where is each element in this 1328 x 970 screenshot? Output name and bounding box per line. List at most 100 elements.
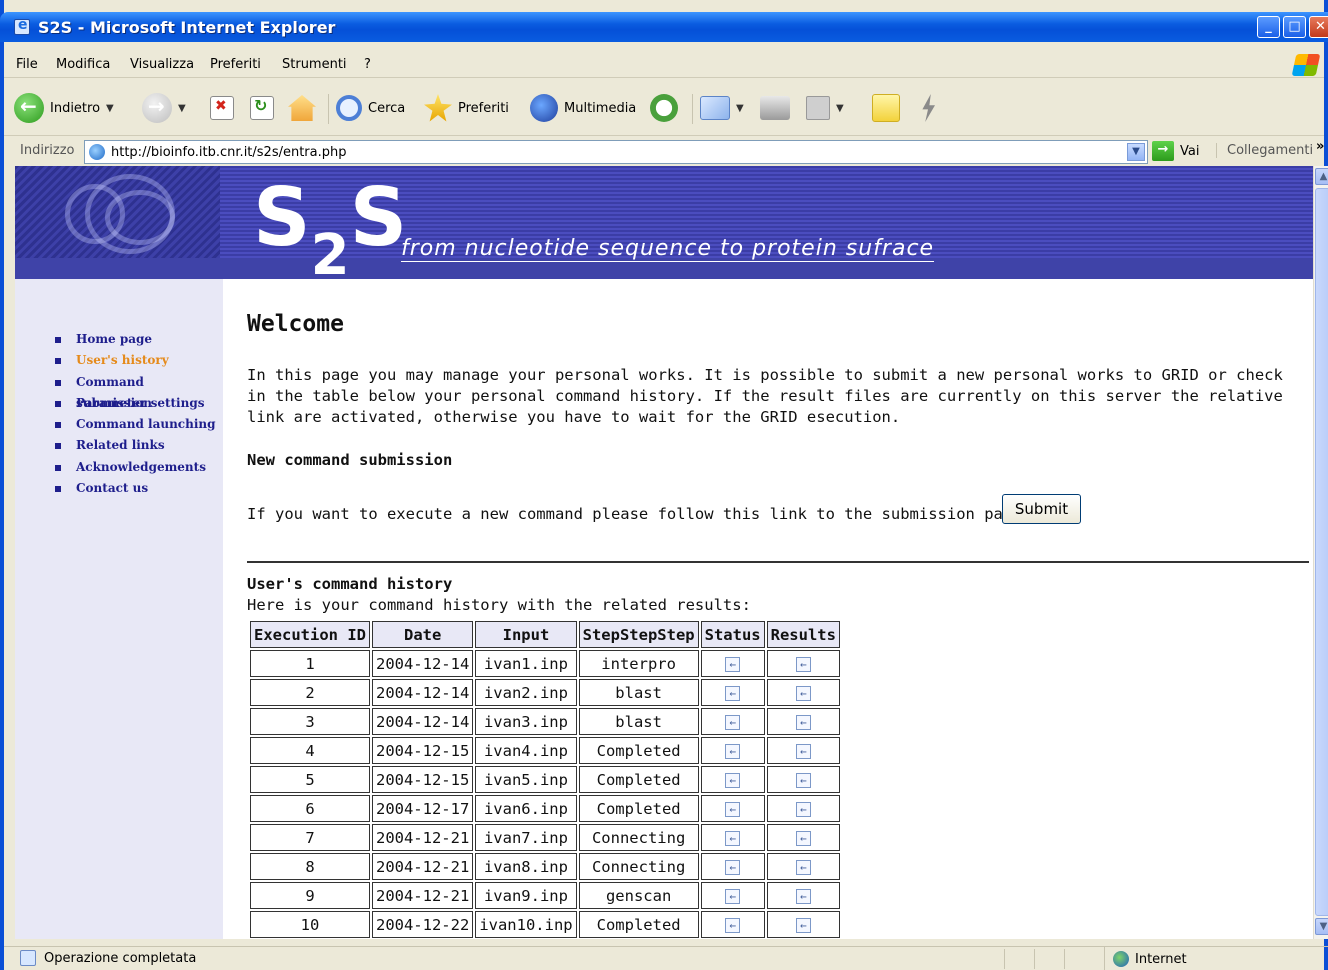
results-link-icon[interactable]: ← [795, 917, 811, 933]
status-link-icon[interactable]: ← [725, 743, 741, 759]
table-cell: ← [766, 679, 840, 706]
nav-related-links[interactable]: Related links [55, 435, 223, 456]
status-bar: Operazione completata Internet [4, 946, 1328, 970]
nav-contact-us[interactable]: Contact us [55, 478, 223, 499]
results-link-icon[interactable]: ← [795, 685, 811, 701]
chevron-down-icon[interactable]: ▼ [736, 103, 744, 114]
refresh-icon [250, 96, 274, 120]
vertical-scrollbar[interactable]: ▲ ▼ [1313, 166, 1328, 939]
forward-arrow-icon [142, 93, 172, 123]
search-button[interactable]: Cerca [336, 91, 405, 125]
nav-acknowledgements[interactable]: Acknowledgements [55, 457, 223, 478]
main-content: Welcome In this page you may manage your… [247, 279, 1309, 939]
submit-button[interactable]: Submit [1002, 494, 1081, 524]
status-link-icon[interactable]: ← [725, 656, 741, 672]
nav-users-history[interactable]: User's history [55, 350, 223, 371]
results-link-icon[interactable]: ← [795, 801, 811, 817]
status-link-icon[interactable]: ← [725, 917, 741, 933]
menu-modifica[interactable]: Modifica [56, 57, 110, 72]
menu-visualizza[interactable]: Visualizza [130, 57, 194, 72]
status-link-icon[interactable]: ← [725, 772, 741, 788]
home-button[interactable] [288, 91, 316, 125]
table-cell: Completed [578, 795, 699, 822]
status-link-icon[interactable]: ← [725, 888, 741, 904]
table-cell: ivan1.inp [475, 650, 577, 677]
column-header: Execution ID [250, 621, 370, 648]
maximize-button[interactable]: □ [1283, 16, 1306, 38]
go-button[interactable]: → Vai [1152, 141, 1199, 161]
stop-button[interactable] [210, 91, 234, 125]
more-chevron-icon[interactable]: » [1316, 139, 1324, 154]
results-link-icon[interactable]: ← [795, 714, 811, 730]
status-link-icon[interactable]: ← [725, 714, 741, 730]
menu-file[interactable]: File [16, 57, 38, 72]
ie-icon [14, 17, 30, 35]
scroll-up-icon[interactable]: ▲ [1315, 168, 1328, 185]
table-cell: ← [700, 795, 765, 822]
table-cell: ← [766, 911, 840, 938]
close-button[interactable]: ✕ [1309, 16, 1328, 38]
scroll-down-icon[interactable]: ▼ [1315, 918, 1328, 935]
results-link-icon[interactable]: ← [795, 772, 811, 788]
results-link-icon[interactable]: ← [795, 656, 811, 672]
nav-home-page[interactable]: Home page [55, 329, 223, 350]
table-cell: ivan10.inp [475, 911, 577, 938]
browser-window: S2S - Microsoft Internet Explorer _ □ ✕ … [0, 0, 1328, 970]
results-link-icon[interactable]: ← [795, 859, 811, 875]
chevron-down-icon[interactable]: ▼ [1127, 143, 1145, 161]
mail-button[interactable]: ▼ [700, 91, 744, 125]
table-cell: ← [766, 795, 840, 822]
forward-button[interactable]: ▼ [142, 91, 186, 125]
discuss-button[interactable] [872, 91, 900, 125]
favorites-button[interactable]: Preferiti [424, 91, 509, 125]
results-link-icon[interactable]: ← [795, 888, 811, 904]
chevron-down-icon[interactable]: ▼ [836, 103, 844, 114]
history-button[interactable] [650, 91, 678, 125]
scroll-thumb[interactable] [1315, 188, 1328, 916]
globe-icon [1113, 951, 1129, 967]
address-input[interactable]: http://bioinfo.itb.cnr.it/s2s/entra.php … [84, 140, 1148, 164]
messenger-button[interactable] [914, 91, 942, 125]
title-bar[interactable]: S2S - Microsoft Internet Explorer _ □ ✕ [0, 12, 1328, 42]
table-cell: ← [766, 766, 840, 793]
search-icon [336, 95, 362, 121]
menu-strumenti[interactable]: Strumenti [282, 57, 347, 72]
chevron-down-icon[interactable]: ▼ [106, 103, 114, 114]
edit-button[interactable]: ▼ [806, 91, 844, 125]
history-icon [650, 94, 678, 122]
table-cell: ← [700, 708, 765, 735]
column-header: StepStepStep [578, 621, 699, 648]
chevron-down-icon[interactable]: ▼ [178, 103, 186, 114]
status-link-icon[interactable]: ← [725, 859, 741, 875]
table-row: 8 2004-12-21 ivan8.inp Connecting ← ← [250, 853, 840, 880]
table-cell: ← [766, 824, 840, 851]
media-button[interactable]: Multimedia [530, 91, 636, 125]
table-cell: 1 [250, 650, 370, 677]
back-button[interactable]: Indietro ▼ [14, 91, 114, 125]
minimize-button[interactable]: _ [1257, 16, 1280, 38]
nav-command-submission[interactable]: Command submission [55, 372, 223, 410]
links-button[interactable]: Collegamenti [1216, 143, 1313, 158]
menu-help[interactable]: ? [364, 57, 371, 72]
media-icon [530, 94, 558, 122]
table-cell: ← [700, 766, 765, 793]
status-link-icon[interactable]: ← [725, 801, 741, 817]
toolbar-divider [328, 94, 329, 124]
results-link-icon[interactable]: ← [795, 830, 811, 846]
status-link-icon[interactable]: ← [725, 685, 741, 701]
table-cell: Connecting [578, 853, 699, 880]
table-row: 2 2004-12-14 ivan2.inp blast ← ← [250, 679, 840, 706]
site-brand: S2S [253, 171, 408, 289]
table-cell: 8 [250, 853, 370, 880]
table-cell: ← [700, 853, 765, 880]
print-button[interactable] [760, 91, 790, 125]
status-divider [1034, 949, 1035, 969]
nav-command-launching[interactable]: Command launching [55, 414, 223, 435]
menu-preferiti[interactable]: Preferiti [210, 57, 261, 72]
refresh-button[interactable] [250, 91, 274, 125]
nav-parameter-settings[interactable]: Parameter settings [55, 393, 223, 414]
status-link-icon[interactable]: ← [725, 830, 741, 846]
table-cell: 4 [250, 737, 370, 764]
results-link-icon[interactable]: ← [795, 743, 811, 759]
address-url[interactable]: http://bioinfo.itb.cnr.it/s2s/entra.php [111, 145, 347, 160]
